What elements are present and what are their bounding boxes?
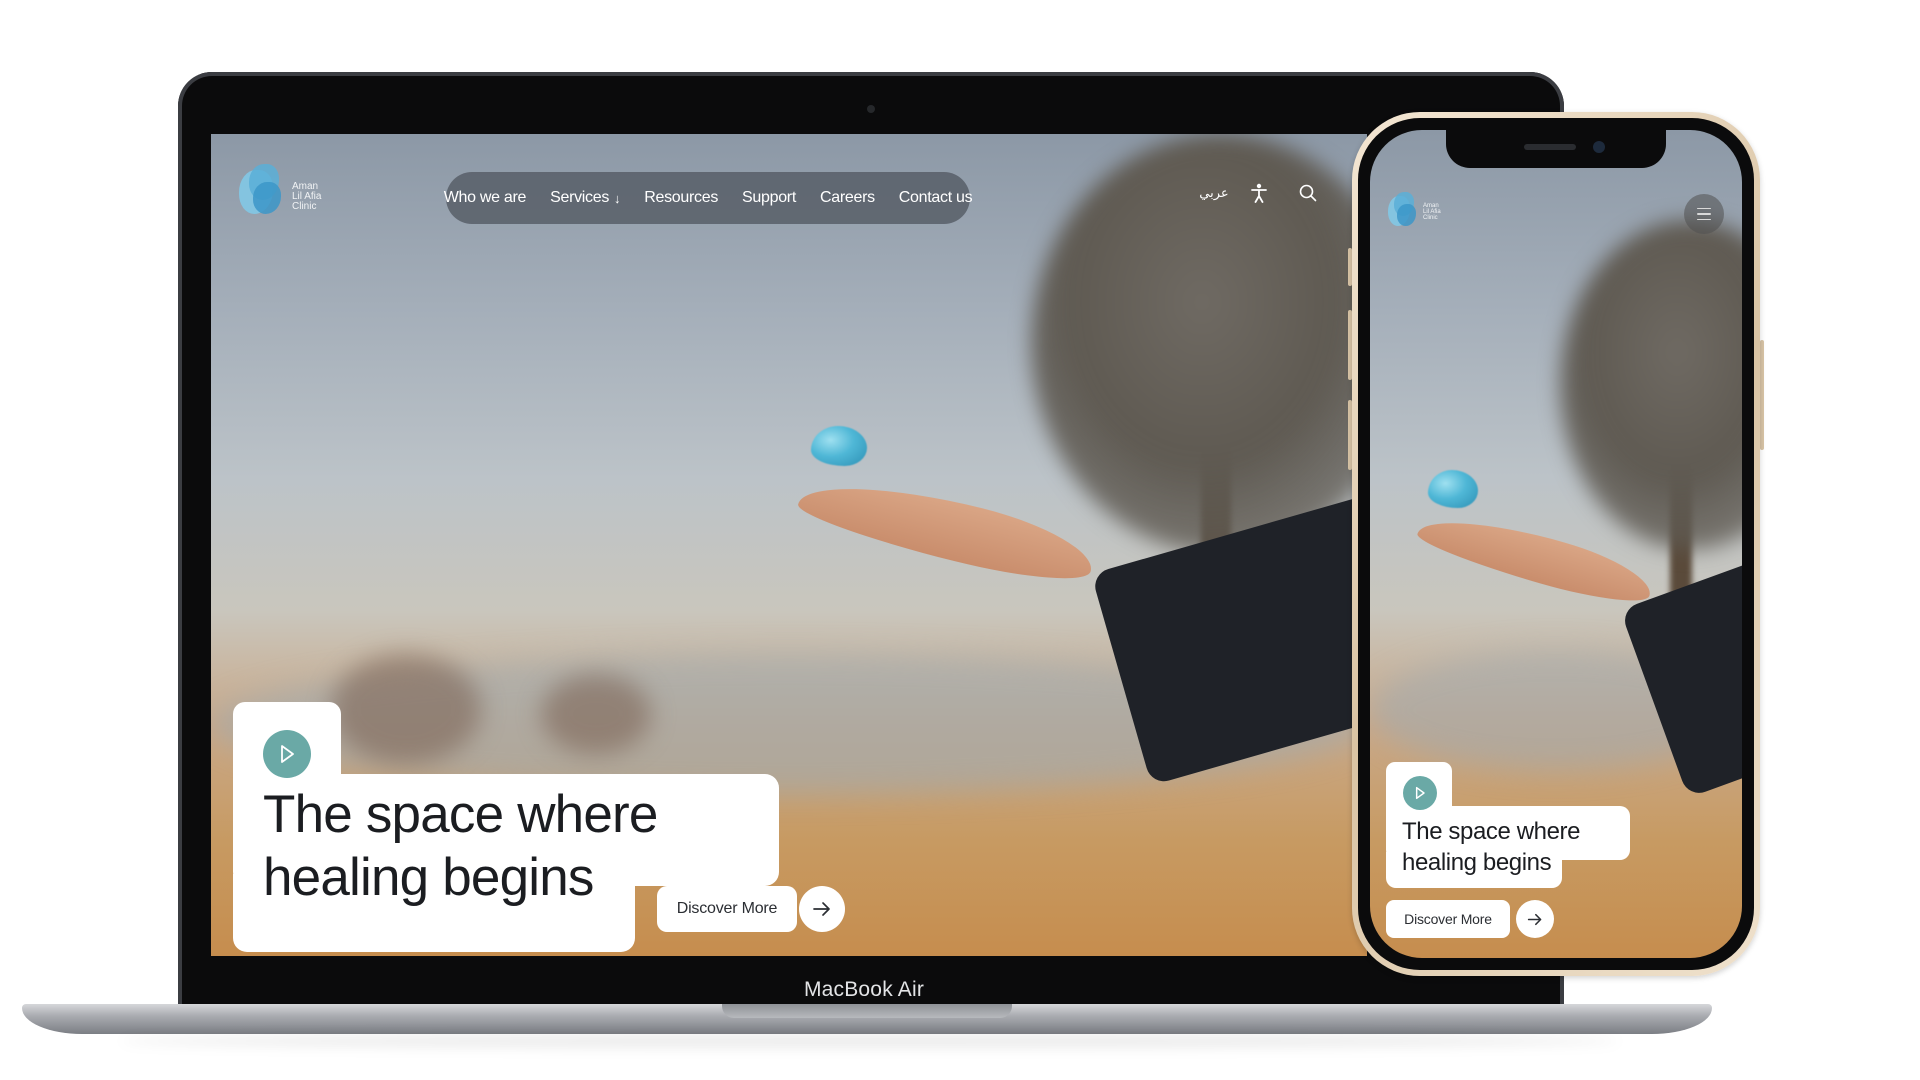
background-shrub [541,674,651,754]
laptop-screen: Aman Lil Afia Clinic Who we are Services… [211,134,1367,956]
menu-icon[interactable] [1684,194,1724,234]
background-shrub [331,654,481,764]
nav-label: Services [550,189,610,206]
blue-stone [1428,470,1478,508]
hero-headline: The space where healing begins [263,784,658,909]
nav-item-who-we-are[interactable]: Who we are [443,189,527,207]
laptop-model-label: MacBook Air [803,978,925,1001]
main-nav: Who we are Services ↓ Resources Support C… [443,172,973,224]
logo-line: Clinic [292,201,317,212]
hero-headline: The space where healing begins [1402,816,1581,878]
play-video-button[interactable] [263,730,311,778]
headline-line: The space where [263,785,658,844]
nav-item-support[interactable]: Support [742,189,796,207]
headline-line: The space where [1402,818,1581,845]
discover-more-button[interactable]: Discover More [1386,900,1510,938]
laptop-camera [867,105,875,113]
phone-side-button [1760,340,1764,450]
nav-label: Who we are [443,189,527,206]
nav-item-services[interactable]: Services ↓ [550,189,620,207]
nav-item-contact-us[interactable]: Contact us [899,189,973,207]
open-hand [793,464,1100,594]
headline-line: healing begins [263,847,594,907]
arrow-right-icon[interactable] [799,886,845,932]
nav-label: Careers [819,189,875,206]
logo-line: Clinic [1423,215,1438,221]
headline-line: healing begins [1402,849,1552,877]
language-switch[interactable]: عربي [1199,178,1229,208]
nav-label: Resources [644,189,719,206]
nav-item-careers[interactable]: Careers [820,189,875,207]
logo-icon[interactable] [1388,192,1418,228]
phone-camera [1593,141,1605,153]
laptop-hinge-notch [722,1004,1012,1018]
chevron-down-icon: ↓ [614,190,621,206]
logo-icon[interactable] [239,164,283,218]
nav-label: Contact us [898,189,973,206]
arrow-right-icon[interactable] [1516,900,1554,938]
nav-label: Support [742,189,796,206]
accessibility-icon[interactable] [1247,178,1271,208]
search-icon[interactable] [1295,178,1321,208]
discover-more-button[interactable]: Discover More [657,886,797,932]
blue-stone [811,426,867,466]
phone-speaker [1524,144,1576,150]
play-video-button[interactable] [1403,776,1437,810]
nav-item-resources[interactable]: Resources [644,189,718,207]
phone-screen: Aman Lil Afia Clinic The space where hea… [1370,130,1742,958]
laptop-shadow [120,1034,1620,1048]
logo-text: Aman Lil Afia Clinic [1423,203,1441,221]
logo-text: Aman Lil Afia Clinic [292,182,321,212]
tree-canopy [1560,220,1742,550]
